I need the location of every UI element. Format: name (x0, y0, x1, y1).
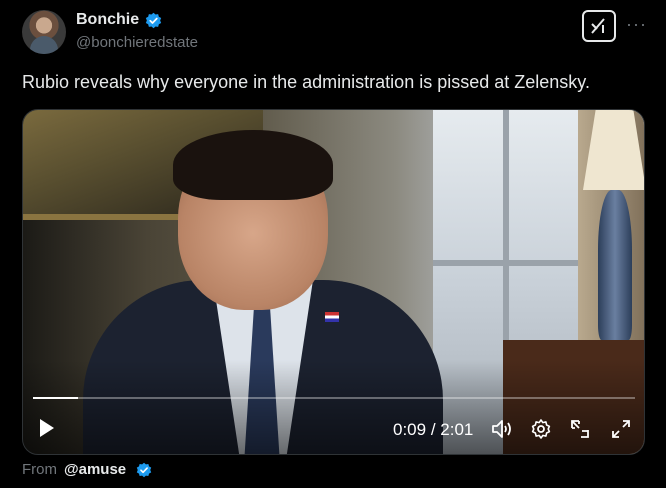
duration: 2:01 (440, 420, 474, 439)
video-time: 0:09 / 2:01 (393, 420, 473, 440)
time-separator: / (426, 420, 441, 439)
verified-badge-icon (145, 12, 162, 29)
play-button[interactable] (35, 416, 59, 440)
picture-in-picture-icon (571, 420, 589, 438)
gear-icon (531, 419, 551, 439)
video-frame-lamp-base (598, 190, 632, 340)
video-progress-fill (33, 397, 78, 399)
fullscreen-icon (612, 420, 630, 438)
more-options-button[interactable]: ··· (626, 14, 647, 35)
picture-in-picture-button[interactable] (567, 416, 593, 442)
grok-button[interactable] (582, 10, 616, 42)
verified-badge-icon (136, 462, 152, 478)
display-name[interactable]: Bonchie (76, 11, 139, 29)
current-time: 0:09 (393, 420, 427, 439)
volume-button[interactable] (489, 416, 515, 442)
post-text: Rubio reveals why everyone in the admini… (22, 72, 590, 92)
attribution-handle[interactable]: @amuse (64, 461, 126, 478)
fullscreen-button[interactable] (608, 416, 634, 442)
video-progress-bar[interactable] (33, 397, 635, 399)
play-icon (40, 419, 54, 437)
attribution-prefix: From (22, 461, 57, 478)
video-player[interactable]: 0:09 / 2:01 (22, 109, 645, 455)
avatar[interactable] (22, 10, 66, 54)
grok-icon (591, 18, 605, 34)
tweet: Bonchie @bonchieredstate ··· Rubio revea… (0, 0, 666, 488)
volume-icon (492, 420, 511, 438)
settings-button[interactable] (528, 416, 554, 442)
handle[interactable]: @bonchieredstate (76, 34, 198, 51)
